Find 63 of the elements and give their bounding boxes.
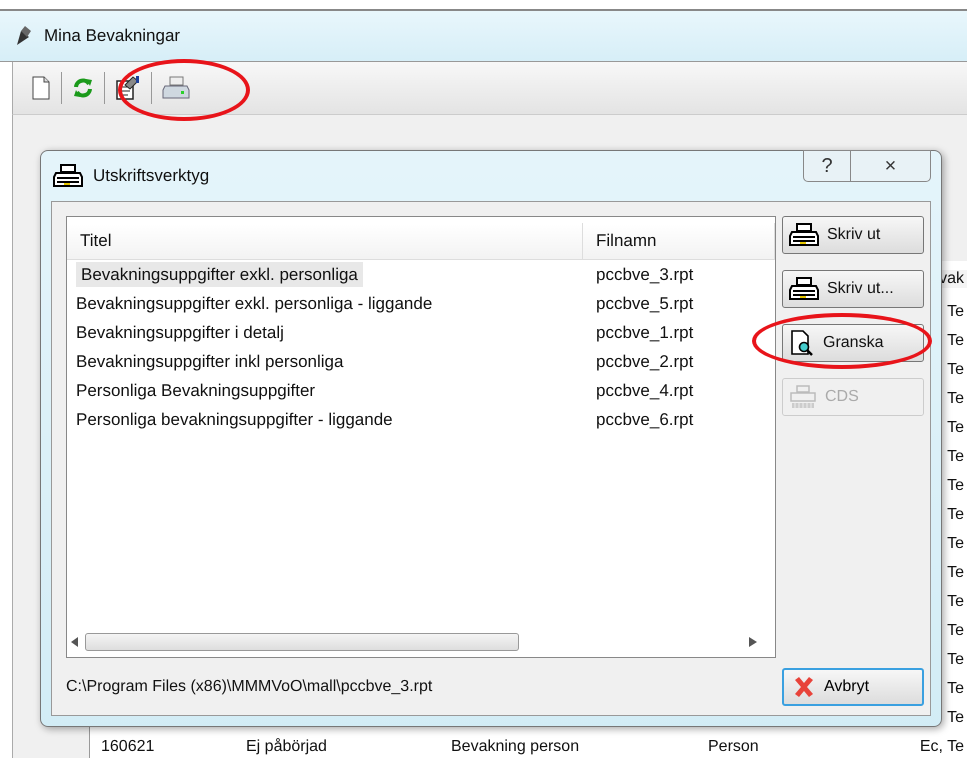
table-cell-text: Te xyxy=(946,390,965,408)
report-row[interactable]: Bevakningsuppgifter exkl. personliga pccbve_3.rpt xyxy=(67,260,775,289)
table-cell-text: Te xyxy=(946,332,965,350)
table-cell-text: Te xyxy=(946,680,965,698)
table-cell-text: Person xyxy=(707,738,760,756)
report-row[interactable]: Personliga Bevakningsuppgifter pccbve_4.rpt xyxy=(67,376,775,405)
report-row[interactable]: Bevakningsuppgifter exkl. personliga - liggande pccbve_5.rpt xyxy=(67,289,775,318)
form-edit-icon xyxy=(115,75,141,101)
print-button[interactable]: Skriv ut... xyxy=(782,270,924,308)
close-button[interactable]: × xyxy=(851,150,931,182)
table-cell-text: Te xyxy=(946,448,965,466)
table-cell-text: pccbve_1.rpt xyxy=(595,322,694,342)
printer-icon xyxy=(53,164,83,188)
table-cell-text: pccbve_6.rpt xyxy=(595,410,694,430)
close-icon xyxy=(792,675,816,699)
column-header[interactable]: Filnamn xyxy=(583,223,775,259)
dialog-title: Utskriftsverktyg xyxy=(93,166,210,186)
report-row[interactable]: Personliga bevakningsuppgifter - liggande pccbve_6.rpt xyxy=(67,405,775,434)
table-cell-text: Te xyxy=(946,476,965,494)
table-cell-text: pccbve_4.rpt xyxy=(595,380,694,400)
table-cell: Bevakningsuppgifter exkl. personliga xyxy=(76,262,363,286)
table-cell-text: pccbve_2.rpt xyxy=(595,352,694,372)
table-cell-text: Te xyxy=(946,564,965,582)
table-cell-text: Te xyxy=(946,418,965,436)
table-cell-text: Te xyxy=(946,506,965,524)
print-button[interactable]: Skriv ut xyxy=(782,216,924,254)
printer-icon xyxy=(162,76,190,100)
scrollbar-thumb[interactable] xyxy=(85,633,520,651)
table-cell-text: Te xyxy=(946,302,965,320)
preview-button[interactable]: Granska xyxy=(782,324,924,362)
window-title: Mina Bevakningar xyxy=(44,26,180,46)
table-cell: Bevakningsuppgifter inkl personliga xyxy=(76,352,344,370)
table-cell-text: Bevakning person xyxy=(450,738,580,756)
table-cell: Bevakningsuppgifter exkl. personliga - liggande xyxy=(76,294,432,312)
printer-icon xyxy=(789,223,819,247)
report-row[interactable]: Bevakningsuppgifter inkl personliga pccbve_2.rpt xyxy=(67,347,775,376)
scroll-right-icon[interactable] xyxy=(749,637,757,647)
pen-icon xyxy=(14,25,34,47)
table-cell-text: Te xyxy=(946,534,965,552)
scroll-left-icon[interactable] xyxy=(71,637,79,647)
table-cell-text: Te xyxy=(946,360,965,378)
table-cell-text: Ej påbörjad xyxy=(245,738,328,756)
column-header[interactable]: Titel xyxy=(67,223,583,259)
report-row[interactable]: Bevakningsuppgifter i detalj pccbve_1.rpt xyxy=(67,318,775,347)
table-cell-text: pccbve_3.rpt xyxy=(595,264,694,284)
table-cell-text: Te xyxy=(946,650,965,668)
file-path: C:\Program Files (x86)\MMMVoO\mall\pccbve_3.rpt xyxy=(66,678,434,696)
table-cell: Bevakningsuppgifter i detalj xyxy=(76,322,284,342)
table-cell-text: Te xyxy=(946,622,965,640)
table-cell-text: 160621 xyxy=(100,738,156,756)
cancel-button[interactable]: Avbryt xyxy=(782,668,924,706)
table-cell-text: Ec, Te xyxy=(918,738,965,756)
table-cell-text: pccbve_5.rpt xyxy=(595,294,694,314)
refresh-icon xyxy=(72,77,94,99)
printer-icon xyxy=(789,277,819,301)
typewriter-icon xyxy=(789,385,817,409)
table-cell-text: Te xyxy=(946,708,965,726)
table-cell: Personliga bevakningsuppgifter - liggande xyxy=(76,410,393,428)
help-button[interactable]: ? xyxy=(803,150,851,182)
table-cell: Personliga Bevakningsuppgifter xyxy=(76,380,316,400)
document-magnifier-icon xyxy=(789,330,815,356)
new-document-icon xyxy=(31,76,51,100)
table-cell-text: Te xyxy=(946,592,965,610)
